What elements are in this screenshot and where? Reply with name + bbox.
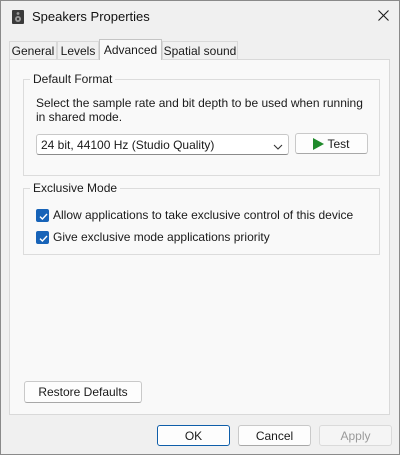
test-button[interactable]: Test: [295, 133, 368, 154]
restore-defaults-button[interactable]: Restore Defaults: [24, 381, 142, 403]
speaker-icon: [11, 9, 25, 25]
allow-exclusive-control-label: Allow applications to take exclusive con…: [53, 208, 354, 222]
exclusive-priority-row[interactable]: Give exclusive mode applications priorit…: [36, 229, 270, 245]
allow-exclusive-control-checkbox[interactable]: [36, 208, 49, 222]
play-icon: [313, 137, 325, 150]
default-format-select[interactable]: 24 bit, 44100 Hz (Studio Quality): [36, 134, 289, 155]
exclusive-priority-checkbox[interactable]: [36, 230, 49, 244]
chevron-down-icon: [273, 140, 283, 150]
test-button-label: Test: [327, 136, 350, 151]
title-bar[interactable]: Speakers Properties: [1, 1, 399, 33]
exclusive-mode-group: Exclusive Mode Allow applications to tak…: [23, 181, 380, 255]
default-format-selected-value: 24 bit, 44100 Hz (Studio Quality): [41, 138, 215, 152]
apply-button[interactable]: Apply: [319, 425, 392, 446]
close-icon: [377, 10, 389, 24]
speakers-properties-dialog: Speakers Properties General Levels Advan…: [0, 0, 400, 455]
default-format-description: Select the sample rate and bit depth to …: [36, 96, 363, 124]
close-button[interactable]: [367, 1, 399, 33]
window-title: Speakers Properties: [32, 9, 150, 24]
advanced-tab-panel: Default Format Select the sample rate an…: [9, 59, 390, 415]
tab-advanced[interactable]: Advanced: [99, 39, 162, 60]
tab-general[interactable]: General: [9, 41, 57, 59]
default-format-group: Default Format Select the sample rate an…: [23, 72, 380, 176]
exclusive-mode-group-label: Exclusive Mode: [30, 181, 121, 195]
default-format-group-label: Default Format: [30, 72, 116, 86]
allow-exclusive-control-row[interactable]: Allow applications to take exclusive con…: [36, 207, 353, 223]
tab-levels[interactable]: Levels: [57, 41, 99, 59]
cancel-button[interactable]: Cancel: [238, 425, 311, 446]
exclusive-priority-label: Give exclusive mode applications priorit…: [53, 230, 270, 244]
ok-button[interactable]: OK: [157, 425, 230, 446]
tab-spatial-sound[interactable]: Spatial sound: [162, 41, 238, 59]
